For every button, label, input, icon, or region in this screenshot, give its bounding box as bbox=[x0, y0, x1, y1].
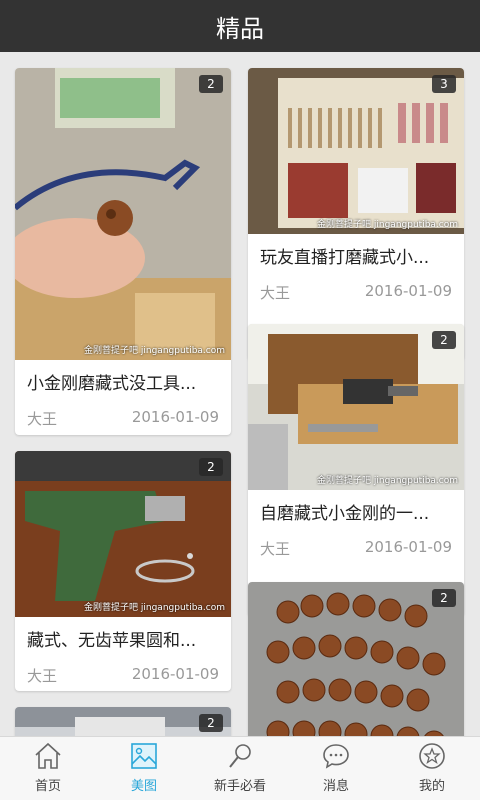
post-photo bbox=[15, 68, 231, 360]
post-title[interactable]: 小金刚磨藏式没工具... bbox=[15, 360, 231, 408]
post-title[interactable]: 玩友直播打磨藏式小... bbox=[248, 234, 464, 282]
post-thumbnail[interactable]: 3 金刚菩提子吧 jingangputiba.com bbox=[248, 68, 464, 234]
photo-count-badge: 3 bbox=[432, 75, 456, 93]
post-date: 2016-01-09 bbox=[131, 408, 219, 426]
image-icon bbox=[131, 743, 157, 769]
post-card[interactable]: 2 金刚菩提子吧 jingangputiba.com 自磨藏式小金刚的一... … bbox=[248, 324, 464, 616]
page-title: 精品 bbox=[216, 14, 264, 43]
tab-label: 消息 bbox=[322, 779, 349, 794]
post-card[interactable]: 2 bbox=[15, 707, 231, 736]
post-author: 大王 bbox=[260, 540, 291, 558]
post-card[interactable]: 2 金刚菩提子吧 jingangputiba.com 藏式、无齿苹果圆和... … bbox=[15, 451, 231, 691]
star-icon bbox=[419, 743, 445, 769]
post-date: 2016-01-09 bbox=[131, 665, 219, 683]
app-header: 精品 bbox=[0, 0, 480, 52]
post-card[interactable]: 2 bbox=[248, 582, 464, 736]
watermark: 金刚菩提子吧 jingangputiba.com bbox=[84, 603, 225, 613]
post-author: 大王 bbox=[27, 667, 58, 685]
tab-beginner-guide[interactable]: 新手必看 bbox=[192, 737, 288, 800]
post-thumbnail[interactable]: 2 金刚菩提子吧 jingangputiba.com bbox=[248, 324, 464, 490]
post-thumbnail[interactable]: 2 bbox=[248, 582, 464, 736]
post-photo bbox=[248, 324, 464, 490]
photo-count-badge: 2 bbox=[199, 458, 223, 476]
photo-count-badge: 2 bbox=[432, 589, 456, 607]
tab-messages[interactable]: 消息 bbox=[288, 737, 384, 800]
post-date: 2016-01-09 bbox=[364, 282, 452, 300]
tab-home[interactable]: 首页 bbox=[0, 737, 96, 800]
photo-count-badge: 2 bbox=[432, 331, 456, 349]
post-card[interactable]: 3 金刚菩提子吧 jingangputiba.com 玩友直播打磨藏式小... … bbox=[248, 68, 464, 360]
watermark: 金刚菩提子吧 jingangputiba.com bbox=[84, 346, 225, 356]
post-card[interactable]: 2 金刚菩提子吧 jingangputiba.com 小金刚磨藏式没工具... … bbox=[15, 68, 231, 435]
watermark: 金刚菩提子吧 jingangputiba.com bbox=[317, 220, 458, 230]
post-thumbnail[interactable]: 2 金刚菩提子吧 jingangputiba.com bbox=[15, 451, 231, 617]
photo-count-badge: 2 bbox=[199, 75, 223, 93]
bottom-tab-bar: 首页 美图 新手必看 消息 我的 bbox=[0, 736, 480, 800]
search-icon bbox=[229, 744, 251, 768]
chat-icon bbox=[323, 744, 349, 769]
tab-gallery[interactable]: 美图 bbox=[96, 737, 192, 800]
tab-label: 新手必看 bbox=[213, 779, 266, 794]
post-thumbnail[interactable]: 2 金刚菩提子吧 jingangputiba.com bbox=[15, 68, 231, 360]
tab-profile[interactable]: 我的 bbox=[384, 737, 480, 800]
post-photo bbox=[15, 451, 231, 617]
post-title[interactable]: 自磨藏式小金刚的一... bbox=[248, 490, 464, 538]
post-author: 大王 bbox=[27, 410, 58, 428]
tab-label: 首页 bbox=[34, 779, 61, 794]
photo-count-badge: 2 bbox=[199, 714, 223, 732]
home-icon bbox=[35, 742, 61, 769]
tab-label: 美图 bbox=[130, 779, 157, 794]
post-title[interactable]: 藏式、无齿苹果圆和... bbox=[15, 617, 231, 665]
post-feed[interactable]: 2 金刚菩提子吧 jingangputiba.com 小金刚磨藏式没工具... … bbox=[0, 52, 480, 736]
post-thumbnail[interactable]: 2 bbox=[15, 707, 231, 736]
post-photo bbox=[248, 68, 464, 234]
post-date: 2016-01-09 bbox=[364, 538, 452, 556]
post-author: 大王 bbox=[260, 284, 291, 302]
tab-label: 我的 bbox=[418, 779, 445, 794]
watermark: 金刚菩提子吧 jingangputiba.com bbox=[317, 476, 458, 486]
